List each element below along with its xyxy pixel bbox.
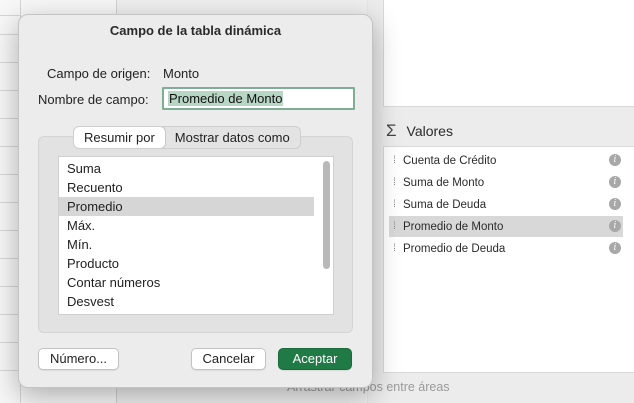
values-area-header: Σ Valores	[386, 121, 453, 141]
values-area-list: ⁞ Cuenta de Crédito i ⁞ Suma de Monto i …	[383, 146, 634, 373]
row-divider	[0, 34, 20, 35]
row-divider	[0, 146, 20, 147]
tab-show-data-as[interactable]: Mostrar datos como	[165, 127, 300, 148]
grip-icon: ⁞	[393, 243, 396, 254]
list-scrollbar[interactable]	[323, 161, 330, 269]
info-icon[interactable]: i	[609, 242, 621, 254]
pivot-field-dialog: Campo de la tabla dinámica Campo de orig…	[18, 14, 373, 388]
info-icon[interactable]: i	[609, 176, 621, 188]
pivot-field-list-panel: Σ Valores ⁞ Cuenta de Crédito i ⁞ Suma d…	[368, 0, 634, 403]
info-icon[interactable]: i	[609, 220, 621, 232]
values-item-label: Cuenta de Crédito	[403, 154, 497, 167]
row-divider	[0, 370, 20, 371]
grip-icon: ⁞	[393, 221, 396, 232]
list-item[interactable]: Suma	[59, 159, 314, 178]
field-name-label: Nombre de campo:	[38, 92, 149, 107]
summarize-function-list[interactable]: Suma Recuento Promedio Máx. Mín. Product…	[58, 156, 334, 315]
pivot-fields-box	[383, 0, 634, 107]
grip-icon: ⁞	[393, 199, 396, 210]
values-item-label: Suma de Monto	[403, 176, 485, 189]
row-divider	[0, 230, 20, 231]
row-divider	[0, 314, 20, 315]
row-divider	[0, 15, 20, 16]
summarize-tabs: Resumir por Mostrar datos como	[73, 126, 301, 149]
cancel-button[interactable]: Cancelar	[191, 348, 266, 370]
list-item[interactable]: Máx.	[59, 216, 314, 235]
values-item-label: Promedio de Monto	[403, 220, 504, 233]
row-divider	[0, 286, 20, 287]
info-icon[interactable]: i	[609, 198, 621, 210]
list-item[interactable]: Producto	[59, 254, 314, 273]
grip-icon: ⁞	[393, 177, 396, 188]
grip-icon: ⁞	[393, 155, 396, 166]
row-divider	[0, 342, 20, 343]
row-divider	[0, 258, 20, 259]
list-item[interactable]: Desvest	[59, 292, 314, 311]
row-divider	[0, 62, 20, 63]
row-divider	[0, 174, 20, 175]
row-divider	[0, 202, 20, 203]
source-field-label: Campo de origen:	[47, 66, 151, 81]
values-item-label: Suma de Deuda	[403, 198, 487, 211]
values-item-label: Promedio de Deuda	[403, 242, 506, 255]
list-item[interactable]: Recuento	[59, 178, 314, 197]
values-item[interactable]: ⁞ Cuenta de Crédito i	[389, 150, 623, 171]
ok-button[interactable]: Aceptar	[278, 348, 352, 370]
list-item[interactable]: Contar números	[59, 273, 314, 292]
row-divider	[0, 118, 20, 119]
field-name-input[interactable]: Promedio de Monto	[162, 87, 355, 110]
row-divider	[0, 90, 20, 91]
tab-summarize-by[interactable]: Resumir por	[74, 127, 165, 148]
values-item-selected[interactable]: ⁞ Promedio de Monto i	[389, 216, 623, 237]
values-item[interactable]: ⁞ Suma de Monto i	[389, 172, 623, 193]
sigma-icon: Σ	[386, 121, 397, 140]
values-item[interactable]: ⁞ Promedio de Deuda i	[389, 238, 623, 259]
list-item[interactable]: Mín.	[59, 235, 314, 254]
values-area-title: Valores	[406, 123, 453, 139]
field-name-input-text: Promedio de Monto	[168, 91, 284, 106]
dialog-title: Campo de la tabla dinámica	[109, 23, 282, 38]
values-item[interactable]: ⁞ Suma de Deuda i	[389, 194, 623, 215]
list-item-selected[interactable]: Promedio	[59, 197, 314, 216]
source-field-value: Monto	[163, 66, 200, 81]
number-format-button[interactable]: Número...	[38, 348, 119, 370]
info-icon[interactable]: i	[609, 154, 621, 166]
